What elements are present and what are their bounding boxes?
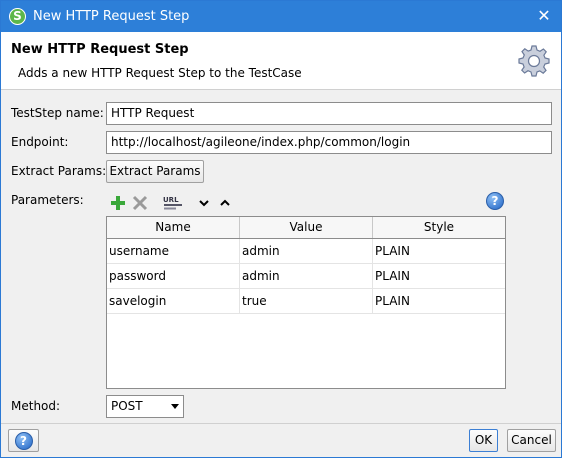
header-title: New HTTP Request Step: [11, 42, 189, 57]
dialog-help-button[interactable]: ?: [8, 429, 39, 452]
column-header-value[interactable]: Value: [240, 217, 373, 238]
url-encode-icon[interactable]: URL: [162, 195, 184, 211]
param-value-cell[interactable]: admin: [240, 239, 373, 264]
endpoint-input[interactable]: http://localhost/agileone/index.php/comm…: [106, 131, 552, 154]
method-selected-value: POST: [111, 399, 143, 413]
parameters-label: Parameters:: [11, 193, 84, 207]
parameters-help-icon[interactable]: ?: [486, 192, 504, 210]
close-icon: ✕: [537, 6, 551, 25]
header-description: Adds a new HTTP Request Step to the Test…: [18, 66, 302, 80]
endpoint-label: Endpoint:: [11, 135, 69, 149]
extract-params-button[interactable]: Extract Params: [106, 160, 204, 183]
table-row[interactable]: savelogin true PLAIN: [107, 289, 505, 314]
teststep-name-label: TestStep name:: [11, 106, 104, 120]
help-icon: ?: [14, 432, 33, 450]
table-empty-area[interactable]: [107, 314, 505, 388]
soapui-app-icon: S: [9, 8, 26, 25]
param-name-cell[interactable]: savelogin: [107, 289, 240, 314]
dialog-window: S New HTTP Request Step ✕ New HTTP Reque…: [0, 0, 562, 458]
ok-button[interactable]: OK: [469, 429, 498, 452]
teststep-name-input[interactable]: HTTP Request: [106, 102, 552, 125]
footer-divider: [1, 423, 561, 424]
column-header-style[interactable]: Style: [373, 217, 505, 238]
cancel-button[interactable]: Cancel: [507, 429, 556, 452]
param-value-cell[interactable]: true: [240, 289, 373, 314]
table-header: Name Value Style: [107, 217, 505, 239]
table-row[interactable]: password admin PLAIN: [107, 264, 505, 289]
dialog-header: New HTTP Request Step Adds a new HTTP Re…: [1, 32, 561, 90]
parameters-table: Name Value Style username admin PLAIN pa…: [106, 216, 506, 389]
svg-text:URL: URL: [163, 196, 179, 204]
param-style-cell[interactable]: PLAIN: [373, 289, 505, 314]
gear-icon: [518, 45, 550, 77]
add-icon[interactable]: [110, 195, 126, 211]
param-name-cell[interactable]: password: [107, 264, 240, 289]
column-header-name[interactable]: Name: [107, 217, 240, 238]
method-label: Method:: [11, 399, 61, 413]
title-bar[interactable]: S New HTTP Request Step ✕: [1, 1, 561, 32]
method-select[interactable]: POST: [106, 395, 184, 418]
chevron-down-icon: [171, 404, 179, 409]
close-button[interactable]: ✕: [531, 4, 557, 28]
window-title: New HTTP Request Step: [33, 9, 190, 24]
param-style-cell[interactable]: PLAIN: [373, 264, 505, 289]
table-body: username admin PLAIN password admin PLAI…: [107, 239, 505, 314]
param-style-cell[interactable]: PLAIN: [373, 239, 505, 264]
remove-icon[interactable]: [132, 195, 148, 211]
table-row[interactable]: username admin PLAIN: [107, 239, 505, 264]
param-value-cell[interactable]: admin: [240, 264, 373, 289]
move-up-icon[interactable]: [219, 195, 231, 211]
param-name-cell[interactable]: username: [107, 239, 240, 264]
move-down-icon[interactable]: [198, 195, 210, 211]
extract-params-label: Extract Params:: [11, 164, 107, 178]
